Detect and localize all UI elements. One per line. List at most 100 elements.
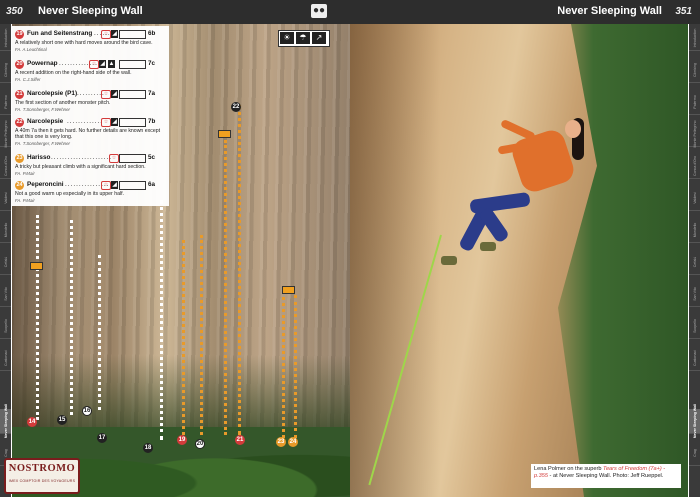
route-leader-dots: .............: [67, 118, 104, 125]
route-descriptions: 19 Fun and Seitenstrang ......... ☆ ◢ 6b…: [12, 26, 169, 206]
thumb-tab[interactable]: Climbing: [0, 58, 11, 83]
star-icon: ☆: [109, 154, 119, 163]
thumb-tab[interactable]: Conca d'Oro: [689, 154, 700, 179]
route-marker[interactable]: 22: [231, 102, 241, 112]
thumb-tab[interactable]: Mondello: [689, 218, 700, 243]
belay-anchor: [218, 130, 231, 138]
logo-name: NOSTROMO: [8, 463, 76, 474]
route-marker[interactable]: 16: [82, 406, 92, 416]
route-grade: 7a: [148, 90, 156, 97]
route-number: 21: [15, 90, 24, 99]
climber-shoe: [441, 256, 457, 265]
thumb-tab[interactable]: Introduction: [689, 26, 700, 51]
route-leader-dots: ......................: [51, 154, 113, 161]
page-header: 350 Never Sleeping Wall ●● Never Sleepin…: [0, 0, 700, 24]
tick-box[interactable]: [119, 118, 146, 127]
thumb-tab-active[interactable]: Never Sleeping Wall: [0, 404, 11, 438]
steep-icon: ◢: [111, 181, 118, 189]
thumb-tabs-right: Introduction Climbing Palermo Monte Pell…: [689, 24, 700, 497]
wall-info-icons: ☀ ☂ ↗: [278, 30, 330, 47]
sun-shade-icon: ☀: [280, 32, 294, 44]
route-marker[interactable]: 18: [143, 443, 153, 453]
thumb-tab[interactable]: San Vito: [0, 282, 11, 307]
caption-text: Lena Polmer on the superb: [534, 466, 604, 472]
thumb-tab[interactable]: Scopello: [689, 314, 700, 339]
logo-tagline: IMEX COMPTOIR DES VOYAGEURS: [8, 479, 76, 483]
route-grade: 7b: [148, 118, 156, 125]
thumb-tab[interactable]: Custonaci: [0, 346, 11, 371]
photo-caption: Lena Polmer on the superb Tears of Freed…: [531, 464, 681, 488]
thumb-tab[interactable]: Palermo: [689, 90, 700, 115]
route-grade: 6b: [148, 30, 156, 37]
thumb-tab[interactable]: Crag: [689, 441, 700, 466]
route-line: [200, 235, 203, 435]
first-ascent: FA. A.Leuchtinal: [15, 47, 47, 52]
route-name: Narcolepsie: [27, 118, 64, 125]
thumb-tab[interactable]: Cefalù: [689, 250, 700, 275]
thumb-tab[interactable]: Cefalù: [0, 250, 11, 275]
route-marker[interactable]: 23: [276, 437, 286, 447]
page-number-left: 350: [6, 6, 23, 17]
thumb-tab[interactable]: Climbing: [689, 58, 700, 83]
rock-shadow: [350, 24, 440, 497]
route-description: Not a good warm up especially in its upp…: [15, 191, 124, 197]
climber-head: [565, 120, 581, 138]
route-line: [36, 215, 39, 420]
thumb-tab[interactable]: Monte Pellegrino: [0, 121, 11, 147]
route-line: [98, 255, 101, 410]
approach-icon: ↗: [312, 32, 326, 44]
route-name: Peperoncini: [27, 181, 64, 188]
route-name: Narcolepsie (P1): [27, 90, 78, 97]
route-marker[interactable]: 17: [97, 433, 107, 443]
route-line: [224, 140, 227, 435]
route-grade: 5c: [148, 154, 156, 161]
first-ascent: FA. P.Mair: [15, 198, 35, 203]
thumb-tab-active[interactable]: Never Sleeping Wall: [689, 404, 700, 438]
route-number: 19: [15, 30, 24, 39]
page-title-right: Never Sleeping Wall: [557, 5, 662, 17]
route-marker[interactable]: 14: [27, 417, 37, 427]
steep-icon: ◢: [99, 60, 106, 68]
route-marker[interactable]: 19: [177, 435, 187, 445]
belay-anchor: [30, 262, 43, 270]
tick-box[interactable]: [119, 90, 146, 99]
route-marker[interactable]: 20: [195, 439, 205, 449]
route-number: 22: [15, 118, 24, 127]
route-line: [294, 295, 297, 438]
thumb-tabs-left: Introduction Climbing Palermo Monte Pell…: [0, 24, 11, 497]
route-line: [238, 105, 241, 435]
thumb-tab[interactable]: Scopello: [0, 314, 11, 339]
climber-shoe: [480, 242, 496, 251]
route-line: [70, 220, 73, 415]
thumb-tab[interactable]: Palermo: [0, 90, 11, 115]
steep-icon: ◢: [111, 118, 118, 126]
thumb-tab[interactable]: Valdesi: [689, 186, 700, 211]
star-icon: ☆: [101, 30, 111, 39]
star-icon: ☆: [101, 181, 111, 190]
route-marker[interactable]: 21: [235, 435, 245, 445]
thumb-tab[interactable]: Monte Pellegrino: [689, 121, 700, 147]
route-description: A 40m 7a then it gets hard. No further d…: [15, 128, 161, 141]
route-marker[interactable]: 15: [57, 415, 67, 425]
route-marker[interactable]: 24: [288, 437, 298, 447]
thumb-tab[interactable]: Conca d'Oro: [0, 154, 11, 179]
page-number-right: 351: [675, 6, 692, 17]
route-description: A tricky but pleasant climb with a signi…: [15, 164, 146, 170]
route-line: [282, 290, 285, 438]
thumb-tab[interactable]: Introduction: [0, 26, 11, 51]
route-description: A recent addition on the right-hand side…: [15, 70, 132, 76]
technical-icon: ▲: [108, 60, 115, 68]
tick-box[interactable]: [119, 154, 146, 163]
thumb-tab[interactable]: Custonaci: [689, 346, 700, 371]
advertiser-logo[interactable]: NOSTROMO IMEX COMPTOIR DES VOYAGEURS: [4, 458, 80, 494]
tick-box[interactable]: [119, 181, 146, 190]
route-name: Powernap: [27, 60, 58, 67]
steep-icon: ◢: [111, 30, 118, 38]
thumb-tab[interactable]: Mondello: [0, 218, 11, 243]
route-description: A relatively short one with hard moves a…: [15, 40, 153, 46]
thumb-tab[interactable]: Valdesi: [0, 186, 11, 211]
belay-anchor: [282, 286, 295, 294]
thumb-tab[interactable]: San Vito: [689, 282, 700, 307]
tick-box[interactable]: [119, 60, 146, 69]
tick-box[interactable]: [119, 30, 146, 39]
